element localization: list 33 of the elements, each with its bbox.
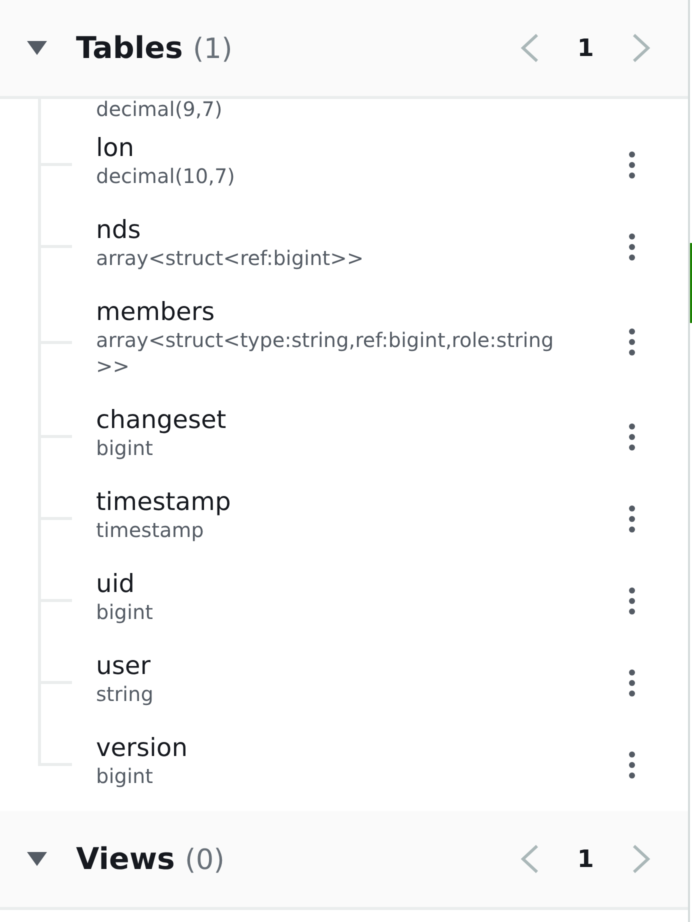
column-type: decimal(9,7): [96, 99, 222, 120]
section-title: Views: [76, 842, 175, 876]
column-name: changeset: [96, 405, 226, 435]
column-name: user: [96, 651, 151, 681]
more-options-icon[interactable]: [628, 587, 636, 615]
more-options-icon[interactable]: [628, 151, 636, 179]
column-type: array<struct<ref:bigint>>: [96, 245, 364, 271]
item-count: (1): [192, 32, 232, 64]
more-options-icon[interactable]: [628, 423, 636, 451]
column-name: version: [96, 733, 188, 763]
more-options-icon[interactable]: [628, 328, 636, 356]
column-name: timestamp: [96, 487, 231, 517]
column-type: array<struct<type:string,ref:bigint,role:string>>: [96, 327, 555, 379]
caret-down-icon[interactable]: [27, 852, 47, 866]
more-options-icon[interactable]: [628, 233, 636, 261]
column-type: bigint: [96, 599, 154, 625]
page-number: 1: [577, 845, 594, 873]
column-type: string: [96, 681, 154, 707]
column-name: members: [96, 297, 215, 327]
section-title: Tables: [76, 30, 183, 66]
page-number: 1: [577, 34, 594, 62]
column-name: lon: [96, 133, 134, 163]
column-type: bigint: [96, 763, 154, 789]
column-type: decimal(10,7): [96, 163, 235, 189]
item-count: (0): [184, 842, 225, 876]
more-options-icon[interactable]: [628, 669, 636, 697]
column-type: bigint: [96, 435, 154, 461]
caret-down-icon[interactable]: [27, 41, 47, 55]
column-type: timestamp: [96, 517, 204, 543]
more-options-icon[interactable]: [628, 505, 636, 533]
column-name: uid: [96, 569, 135, 599]
more-options-icon[interactable]: [628, 751, 636, 779]
column-name: nds: [96, 215, 141, 245]
